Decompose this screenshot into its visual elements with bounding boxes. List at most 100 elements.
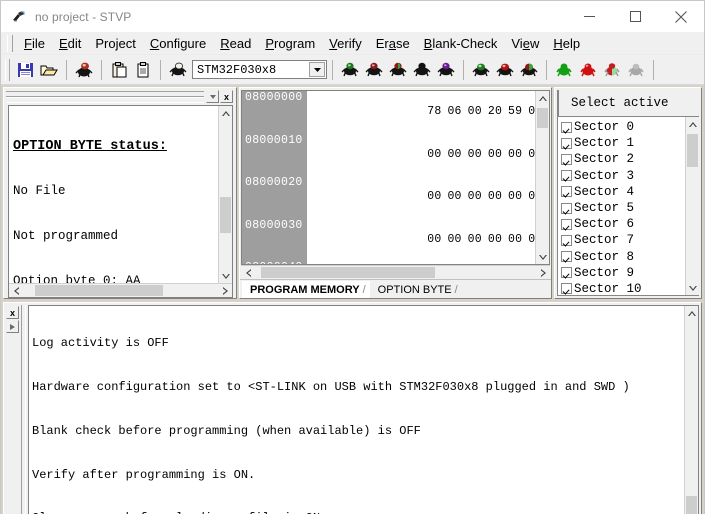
hex-row[interactable]: 08000000 78060020590100084D — [242, 91, 535, 134]
scroll-track[interactable] — [219, 120, 232, 269]
scroll-up-icon[interactable] — [536, 91, 549, 105]
sector-checkbox[interactable] — [561, 121, 572, 133]
scroll-thumb[interactable] — [34, 285, 164, 296]
sector-checkbox[interactable] — [561, 137, 572, 149]
list-item[interactable]: Sector 6 — [558, 216, 685, 232]
log-splitter[interactable] — [21, 305, 26, 514]
scroll-thumb[interactable] — [686, 496, 697, 514]
read-extra-icon[interactable] — [434, 58, 458, 82]
menu-verify[interactable]: Verify — [322, 34, 369, 53]
scroll-up-icon[interactable] — [219, 106, 232, 120]
menu-help[interactable]: Help — [546, 34, 587, 53]
maximize-button[interactable] — [612, 1, 658, 32]
scroll-track[interactable] — [23, 284, 218, 297]
expand-icon[interactable] — [6, 320, 19, 333]
sector-checkbox[interactable] — [561, 267, 572, 279]
scroll-thumb[interactable] — [260, 267, 435, 278]
hex-bytes[interactable]: 78060020590100084D — [307, 91, 535, 134]
option-byte-horizontal-scrollbar[interactable] — [9, 283, 232, 297]
blank-check-icon[interactable] — [624, 58, 648, 82]
menu-file[interactable]: File — [17, 34, 52, 53]
close-button[interactable] — [658, 1, 704, 32]
menu-edit[interactable]: Edit — [52, 34, 88, 53]
list-item[interactable]: Sector 0 — [558, 119, 685, 135]
tab-program-memory[interactable]: PROGRAM MEMORY / — [242, 281, 370, 298]
scroll-thumb[interactable] — [220, 197, 231, 234]
list-item[interactable]: Sector 2 — [558, 151, 685, 167]
menu-view[interactable]: View — [504, 34, 546, 53]
sector-checkbox[interactable] — [561, 251, 572, 263]
device-config-icon[interactable] — [166, 58, 190, 82]
copy-icon[interactable] — [131, 58, 155, 82]
sector-checkbox[interactable] — [561, 218, 572, 230]
erase-icon[interactable] — [600, 58, 624, 82]
scroll-down-icon[interactable] — [536, 250, 549, 264]
sector-checkbox[interactable] — [561, 153, 572, 165]
scroll-down-icon[interactable] — [686, 281, 699, 295]
option-byte-vertical-scrollbar[interactable] — [218, 106, 232, 283]
open-project-icon[interactable] — [37, 58, 61, 82]
read-option-icon[interactable] — [410, 58, 434, 82]
hex-row[interactable]: 08000040 6B010008000000006B — [242, 261, 535, 264]
scroll-track[interactable] — [255, 266, 536, 279]
list-item[interactable]: Sector 10 — [558, 281, 685, 295]
hex-row[interactable]: 08000010 000000000000000000 — [242, 133, 535, 177]
list-item[interactable]: Sector 8 — [558, 249, 685, 265]
read-data-icon[interactable] — [386, 58, 410, 82]
menu-program[interactable]: Program — [258, 34, 322, 53]
hex-vertical-scrollbar[interactable] — [535, 91, 549, 264]
program-option-icon[interactable] — [517, 58, 541, 82]
menu-blank-check[interactable]: Blank-Check — [417, 34, 505, 53]
caption-dropdown-button[interactable] — [206, 90, 219, 103]
minimize-button[interactable] — [566, 1, 612, 32]
scroll-thumb[interactable] — [687, 134, 698, 167]
scroll-left-icon[interactable] — [241, 266, 255, 279]
menu-erase[interactable]: Erase — [369, 34, 417, 53]
sector-checkbox[interactable] — [561, 170, 572, 182]
menu-configure[interactable]: Configure — [143, 34, 213, 53]
sector-checkbox[interactable] — [561, 186, 572, 198]
scroll-up-icon[interactable] — [685, 306, 698, 320]
menu-read[interactable]: Read — [213, 34, 258, 53]
verify-memory-icon[interactable] — [576, 58, 600, 82]
read-program-icon[interactable] — [362, 58, 386, 82]
list-item[interactable]: Sector 9 — [558, 265, 685, 281]
scroll-right-icon[interactable] — [218, 284, 232, 297]
chevron-down-icon[interactable] — [309, 62, 325, 77]
read-all-icon[interactable] — [338, 58, 362, 82]
scroll-track[interactable] — [536, 105, 549, 250]
log-text[interactable]: Log activity is OFF Hardware configurati… — [29, 306, 684, 514]
menu-grip[interactable] — [7, 34, 13, 52]
hex-bytes[interactable]: 000000000000000000 — [307, 134, 535, 177]
hex-bytes[interactable]: 6B010008000000006B — [307, 261, 535, 264]
list-item[interactable]: Sector 1 — [558, 135, 685, 151]
scroll-track[interactable] — [685, 320, 698, 514]
sector-list[interactable]: Sector 0 Sector 1 Sector 2 Sector 3 Sect… — [558, 117, 685, 295]
hex-grid[interactable]: 08000000 78060020590100084D 08000010 000… — [242, 91, 535, 264]
list-item[interactable]: Sector 5 — [558, 200, 685, 216]
scroll-up-icon[interactable] — [686, 117, 699, 131]
sector-checkbox[interactable] — [561, 202, 572, 214]
new-project-icon[interactable] — [72, 58, 96, 82]
toolbar-grip[interactable] — [5, 58, 10, 81]
close-icon[interactable]: x — [6, 306, 19, 319]
hex-bytes[interactable]: 000000000000000000 — [307, 176, 535, 219]
tab-option-byte[interactable]: OPTION BYTE / — [370, 281, 462, 298]
log-vertical-scrollbar[interactable] — [684, 306, 698, 514]
scroll-track[interactable] — [686, 131, 699, 281]
program-all-icon[interactable] — [469, 58, 493, 82]
sector-vertical-scrollbar[interactable] — [685, 117, 699, 295]
sector-checkbox[interactable] — [561, 283, 572, 295]
device-select[interactable]: STM32F030x8 — [192, 60, 327, 79]
menu-project[interactable]: Project — [88, 34, 142, 53]
hex-row[interactable]: 08000030 00000000000000004F — [242, 218, 535, 262]
scroll-down-icon[interactable] — [219, 269, 232, 283]
paste-icon[interactable] — [107, 58, 131, 82]
scroll-right-icon[interactable] — [536, 266, 550, 279]
verify-all-icon[interactable] — [552, 58, 576, 82]
list-item[interactable]: Sector 7 — [558, 232, 685, 248]
close-icon[interactable]: x — [220, 90, 233, 103]
hex-row[interactable]: 08000020 000000000000000000 — [242, 176, 535, 219]
hex-horizontal-scrollbar[interactable] — [241, 265, 550, 279]
scroll-thumb[interactable] — [537, 107, 548, 129]
